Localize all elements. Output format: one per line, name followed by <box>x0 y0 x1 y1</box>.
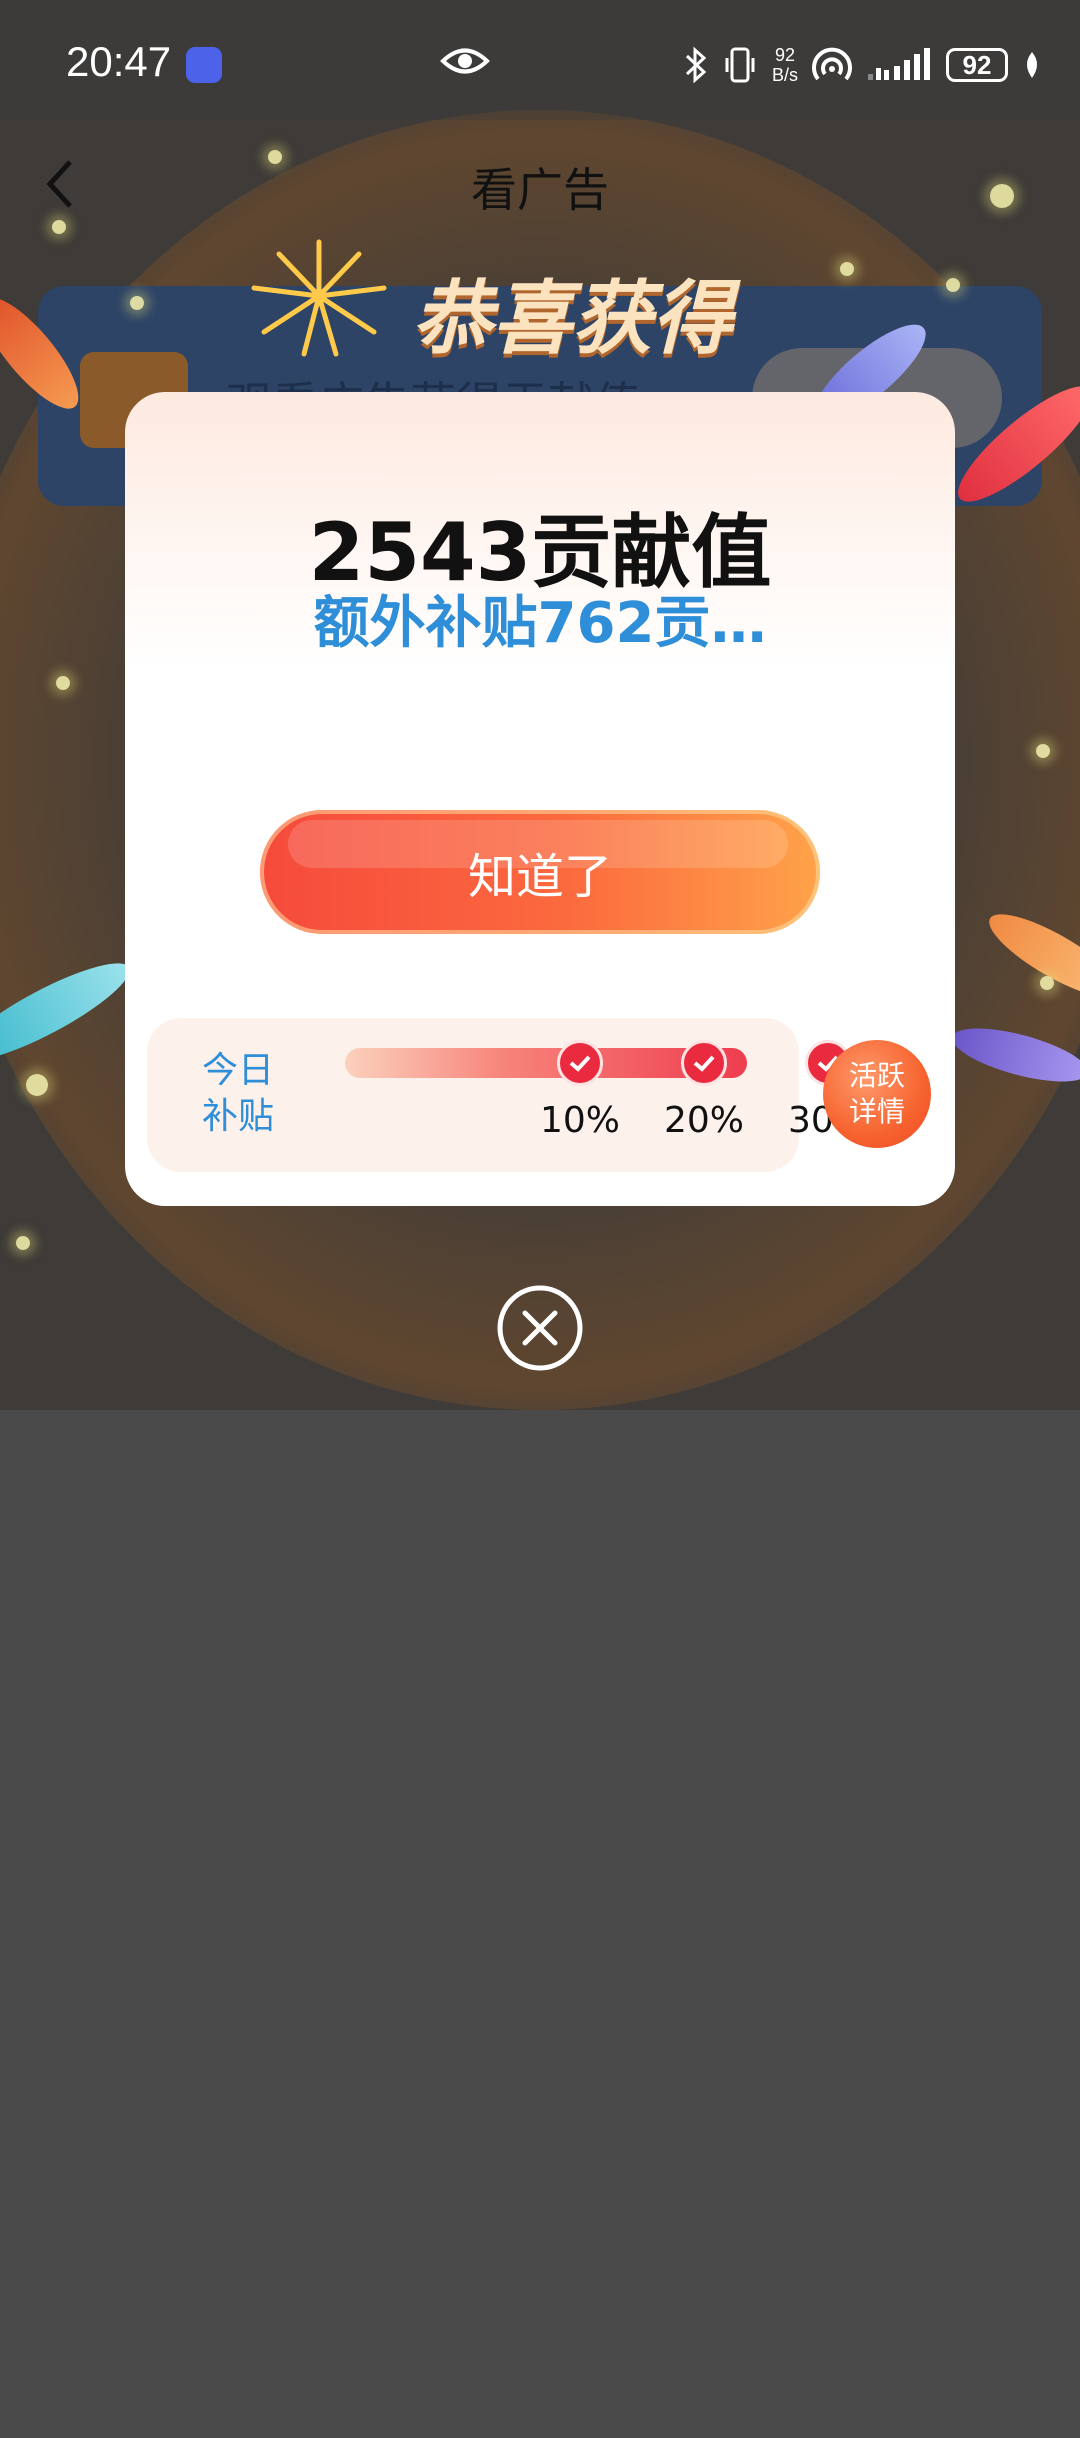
bluetooth-icon <box>685 46 707 84</box>
check-icon <box>557 1040 603 1086</box>
check-icon <box>681 1040 727 1086</box>
page-title: 看广告 <box>471 163 609 217</box>
sparkle <box>130 296 144 310</box>
net-speed-value: 92 <box>774 45 795 65</box>
close-icon[interactable] <box>496 1284 584 1372</box>
sparkle <box>56 676 70 690</box>
sparkle <box>840 262 854 276</box>
sparkle <box>26 1074 48 1096</box>
hotspot-icon <box>812 47 852 81</box>
net-speed-unit: B/s <box>771 65 798 85</box>
battery-level: 92 <box>962 49 992 80</box>
nav-bar: 看广告 <box>0 140 1080 230</box>
activity-details-line1: 活跃 <box>848 1059 905 1092</box>
activity-details-line2: 详情 <box>848 1095 905 1128</box>
subsidy-label-line2: 补贴 <box>201 1096 274 1137</box>
sparkle <box>990 184 1014 208</box>
eye-icon <box>440 48 490 74</box>
subsidy-step-percent: 10% <box>539 1100 620 1141</box>
reward-dialog: 2543贡献值 额外补贴762贡… 知道了 今日 补贴 10% 20% 30% <box>125 392 955 1206</box>
got-it-button[interactable]: 知道了 <box>260 810 820 934</box>
signal-icon <box>868 48 930 80</box>
app-notification-icon <box>186 47 222 83</box>
sparkle <box>1040 976 1054 990</box>
daily-subsidy-panel: 今日 补贴 10% 20% 30% <box>147 1018 868 1172</box>
sparkle <box>16 1236 30 1250</box>
battery-icon: 92 <box>946 48 1008 82</box>
got-it-label: 知道了 <box>467 849 612 905</box>
status-icons: 92 B/s 92 <box>684 40 1042 90</box>
leaf-icon <box>1027 52 1037 78</box>
reward-bonus: 额外补贴762贡… <box>313 591 767 656</box>
activity-details-button[interactable]: 活跃 详情 <box>823 1040 931 1148</box>
subsidy-label: 今日 补贴 <box>193 1048 283 1140</box>
sparkle <box>52 220 66 234</box>
screen: 20:47 92 B/s 92 看广告 恭喜获得 2543贡献值 额外补贴762… <box>0 0 1080 2438</box>
congrats-banner: 恭喜获得 <box>412 272 732 365</box>
net-speed: 92 B/s <box>772 45 798 85</box>
status-bar: 20:47 92 B/s 92 <box>0 0 1080 120</box>
sparkle <box>946 278 960 292</box>
sparkle <box>1036 744 1050 758</box>
status-time: 20:47 <box>66 38 172 85</box>
subsidy-step-percent: 20% <box>663 1100 744 1141</box>
subsidy-label-line1: 今日 <box>201 1050 274 1091</box>
vibrate-icon <box>725 47 755 83</box>
sparkle <box>268 150 282 164</box>
firework-icon <box>251 239 387 357</box>
